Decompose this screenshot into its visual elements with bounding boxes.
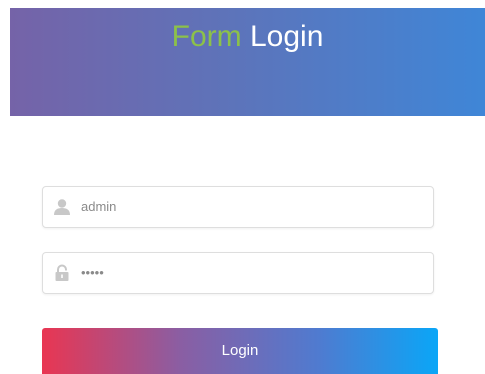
username-input[interactable] bbox=[81, 187, 423, 227]
lock-icon bbox=[53, 264, 71, 282]
header-banner: Form Login bbox=[10, 8, 485, 116]
title-main-text: Login bbox=[249, 20, 324, 53]
username-field[interactable] bbox=[42, 186, 434, 228]
page-title: Form Login bbox=[10, 20, 485, 54]
password-input[interactable] bbox=[81, 253, 423, 293]
login-button[interactable]: Login bbox=[42, 328, 438, 374]
user-icon bbox=[53, 198, 71, 216]
login-page: Form Login Login bbox=[0, 0, 485, 374]
title-accent-text: Form bbox=[171, 20, 242, 53]
password-field[interactable] bbox=[42, 252, 434, 294]
